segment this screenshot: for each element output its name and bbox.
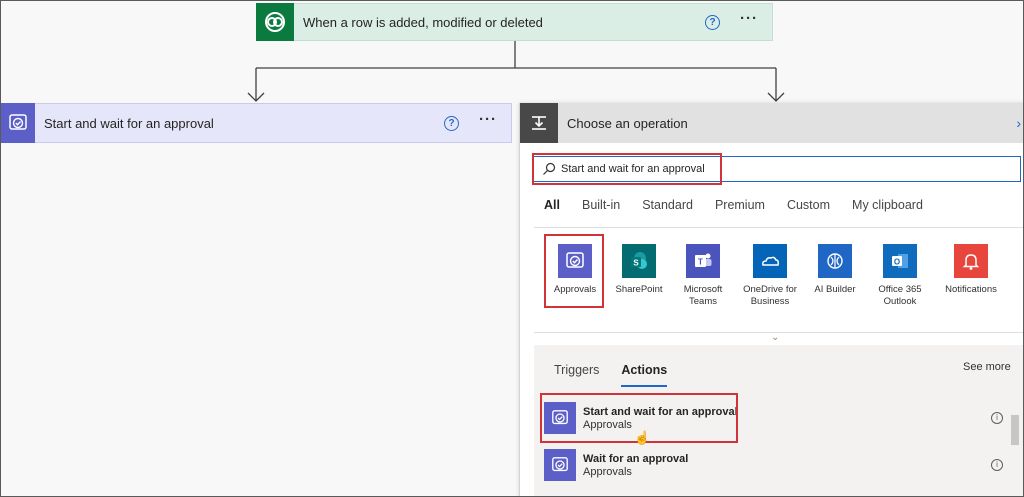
- hand-cursor-icon: ☝: [634, 430, 651, 445]
- connector-approvals[interactable]: Approvals: [544, 244, 606, 296]
- operation-icon: [520, 103, 558, 143]
- operation-search-input[interactable]: Start and wait for an approval: [533, 156, 1021, 182]
- dataverse-icon: [256, 2, 294, 41]
- svg-text:S: S: [633, 259, 639, 268]
- help-icon[interactable]: ?: [444, 115, 459, 131]
- action-item[interactable]: Wait for an approval Approvals i: [540, 445, 1021, 485]
- onedrive-icon: [753, 244, 787, 278]
- tab-my-clipboard[interactable]: My clipboard: [852, 198, 923, 212]
- trigger-title: When a row is added, modified or deleted: [303, 14, 543, 30]
- connector-label: SharePoint: [615, 284, 663, 295]
- connector-ai-builder[interactable]: AI Builder: [804, 244, 866, 296]
- approval-card-title: Start and wait for an approval: [44, 115, 214, 131]
- connector-microsoft-teams[interactable]: T Microsoft Teams: [672, 244, 734, 308]
- tab-triggers[interactable]: Triggers: [554, 363, 599, 387]
- connector-label: Approvals: [553, 284, 597, 295]
- choose-operation-panel: Choose an operation › Start and wait for…: [519, 103, 1024, 497]
- more-options-icon[interactable]: ···: [479, 112, 497, 131]
- approval-action-card[interactable]: Start and wait for an approval ? ···: [0, 102, 512, 143]
- trigger-action-tabs: Triggers Actions: [554, 363, 689, 387]
- help-icon[interactable]: ?: [705, 14, 720, 30]
- connector-label: Office 365 Outlook: [878, 284, 922, 307]
- search-icon: [543, 162, 556, 175]
- operation-title: Choose an operation: [567, 115, 688, 131]
- action-connector: Approvals: [583, 465, 632, 478]
- scrollbar-thumb[interactable]: [1011, 415, 1019, 445]
- tab-custom[interactable]: Custom: [787, 198, 830, 212]
- trigger-card[interactable]: When a row is added, modified or deleted…: [256, 2, 773, 41]
- connector-label: AI Builder: [814, 284, 856, 295]
- tab-actions[interactable]: Actions: [621, 363, 668, 387]
- bell-icon: [954, 244, 988, 278]
- tab-standard[interactable]: Standard: [642, 198, 693, 212]
- tab-all[interactable]: All: [544, 198, 560, 212]
- action-connector: Approvals: [583, 418, 632, 431]
- action-title: Start and wait for an approval: [583, 405, 738, 418]
- outlook-icon: O: [883, 244, 917, 278]
- info-icon[interactable]: i: [991, 412, 1003, 424]
- connector-label: Microsoft Teams: [683, 284, 723, 307]
- search-value: Start and wait for an approval: [561, 163, 705, 175]
- connector-label: OneDrive for Business: [743, 284, 797, 307]
- connector-label: Notifications: [945, 284, 997, 295]
- tab-premium[interactable]: Premium: [715, 198, 765, 212]
- connector-onedrive[interactable]: OneDrive for Business: [739, 244, 801, 308]
- approvals-icon: [544, 402, 576, 434]
- connector-category-tabs: All Built-in Standard Premium Custom My …: [544, 198, 945, 212]
- approvals-icon: [544, 449, 576, 481]
- chevron-down-icon[interactable]: ⌄: [771, 332, 779, 343]
- sharepoint-icon: S: [622, 244, 656, 278]
- connector-sharepoint[interactable]: S SharePoint: [608, 244, 670, 296]
- chevron-right-icon[interactable]: ›: [1016, 115, 1021, 131]
- more-options-icon[interactable]: ···: [740, 11, 758, 30]
- connector-grid: Approvals S SharePoint T Microsoft Teams…: [534, 228, 1024, 333]
- tab-built-in[interactable]: Built-in: [582, 198, 620, 212]
- svg-text:O: O: [894, 258, 900, 267]
- action-item[interactable]: Start and wait for an approval Approvals…: [540, 398, 1021, 438]
- teams-icon: T: [686, 244, 720, 278]
- action-title: Wait for an approval: [583, 452, 689, 465]
- connector-notifications[interactable]: Notifications: [936, 244, 1006, 296]
- info-icon[interactable]: i: [991, 459, 1003, 471]
- approvals-icon: [558, 244, 592, 278]
- see-more-link[interactable]: See more: [963, 361, 1011, 373]
- approvals-icon: [1, 102, 35, 143]
- operation-header[interactable]: Choose an operation ›: [520, 103, 1024, 143]
- connector-office365-outlook[interactable]: O Office 365 Outlook: [869, 244, 931, 308]
- actions-scrollbar[interactable]: [1010, 411, 1020, 497]
- ai-builder-icon: [818, 244, 852, 278]
- svg-text:T: T: [698, 258, 703, 267]
